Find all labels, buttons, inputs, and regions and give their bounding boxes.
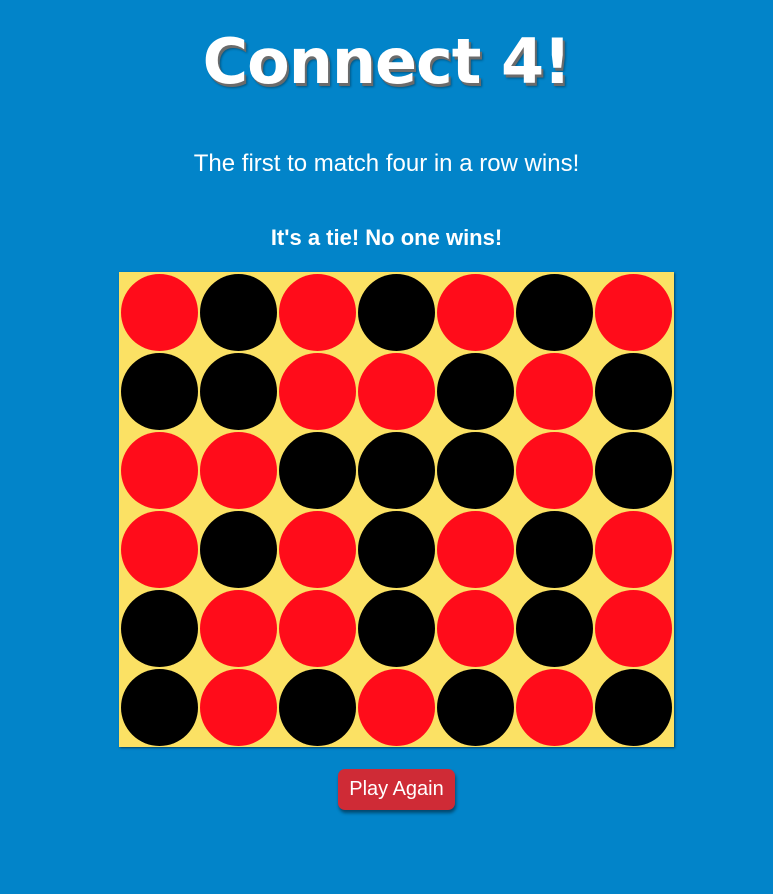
- board-cell[interactable]: [436, 668, 515, 747]
- black-disc: [200, 511, 277, 588]
- red-disc: [516, 669, 593, 746]
- board-cell[interactable]: [594, 668, 673, 747]
- board-cell[interactable]: [515, 352, 594, 431]
- black-disc: [279, 669, 356, 746]
- black-disc: [437, 669, 514, 746]
- black-disc: [121, 590, 198, 667]
- board-cell[interactable]: [515, 273, 594, 352]
- red-disc: [279, 274, 356, 351]
- red-disc: [121, 511, 198, 588]
- board-cell[interactable]: [120, 589, 199, 668]
- black-disc: [437, 353, 514, 430]
- board-cell[interactable]: [278, 589, 357, 668]
- board-cell[interactable]: [199, 510, 278, 589]
- black-disc: [200, 353, 277, 430]
- board-cell[interactable]: [436, 510, 515, 589]
- board-cell[interactable]: [278, 273, 357, 352]
- red-disc: [437, 274, 514, 351]
- board-cell[interactable]: [278, 352, 357, 431]
- board-cell[interactable]: [515, 510, 594, 589]
- red-disc: [437, 590, 514, 667]
- board-cell[interactable]: [594, 510, 673, 589]
- black-disc: [121, 669, 198, 746]
- red-disc: [358, 669, 435, 746]
- game-title: Connect 4!: [202, 25, 572, 98]
- black-disc: [595, 432, 672, 509]
- black-disc: [358, 274, 435, 351]
- board-cell[interactable]: [120, 668, 199, 747]
- red-disc: [595, 511, 672, 588]
- red-disc: [516, 353, 593, 430]
- board-cell[interactable]: [594, 431, 673, 510]
- board-cell[interactable]: [357, 510, 436, 589]
- black-disc: [516, 590, 593, 667]
- red-disc: [595, 590, 672, 667]
- board-cell[interactable]: [357, 589, 436, 668]
- board-cell[interactable]: [594, 273, 673, 352]
- black-disc: [358, 432, 435, 509]
- board-cell[interactable]: [120, 431, 199, 510]
- board-cell[interactable]: [515, 431, 594, 510]
- board-cell[interactable]: [120, 510, 199, 589]
- board-cell[interactable]: [357, 668, 436, 747]
- board-cell[interactable]: [199, 668, 278, 747]
- board-cell[interactable]: [199, 589, 278, 668]
- board-cell[interactable]: [199, 352, 278, 431]
- red-disc: [200, 432, 277, 509]
- red-disc: [279, 590, 356, 667]
- board-cell[interactable]: [594, 352, 673, 431]
- black-disc: [595, 669, 672, 746]
- board-cell[interactable]: [436, 352, 515, 431]
- board-cell[interactable]: [199, 273, 278, 352]
- black-disc: [358, 590, 435, 667]
- red-disc: [200, 590, 277, 667]
- board-cell[interactable]: [357, 431, 436, 510]
- red-disc: [595, 274, 672, 351]
- board-cell[interactable]: [515, 589, 594, 668]
- black-disc: [516, 274, 593, 351]
- red-disc: [358, 353, 435, 430]
- board-cell[interactable]: [594, 589, 673, 668]
- red-disc: [121, 274, 198, 351]
- black-disc: [358, 511, 435, 588]
- board-cell[interactable]: [436, 273, 515, 352]
- board-cell[interactable]: [278, 668, 357, 747]
- board-cell[interactable]: [278, 510, 357, 589]
- board-cell[interactable]: [515, 668, 594, 747]
- red-disc: [121, 432, 198, 509]
- black-disc: [516, 511, 593, 588]
- black-disc: [595, 353, 672, 430]
- red-disc: [437, 511, 514, 588]
- board-cell[interactable]: [278, 431, 357, 510]
- red-disc: [279, 353, 356, 430]
- play-again-button[interactable]: Play Again: [338, 769, 455, 810]
- red-disc: [200, 669, 277, 746]
- black-disc: [200, 274, 277, 351]
- game-instructions: The first to match four in a row wins!: [193, 150, 580, 177]
- board-cell[interactable]: [120, 273, 199, 352]
- board-cell[interactable]: [120, 352, 199, 431]
- board-cell[interactable]: [357, 273, 436, 352]
- red-disc: [279, 511, 356, 588]
- board-cell[interactable]: [436, 589, 515, 668]
- black-disc: [437, 432, 514, 509]
- game-status-message: It's a tie! No one wins!: [270, 225, 503, 250]
- black-disc: [121, 353, 198, 430]
- board-cell[interactable]: [436, 431, 515, 510]
- game-board: [119, 272, 674, 747]
- black-disc: [279, 432, 356, 509]
- board-cell[interactable]: [199, 431, 278, 510]
- red-disc: [516, 432, 593, 509]
- board-cell[interactable]: [357, 352, 436, 431]
